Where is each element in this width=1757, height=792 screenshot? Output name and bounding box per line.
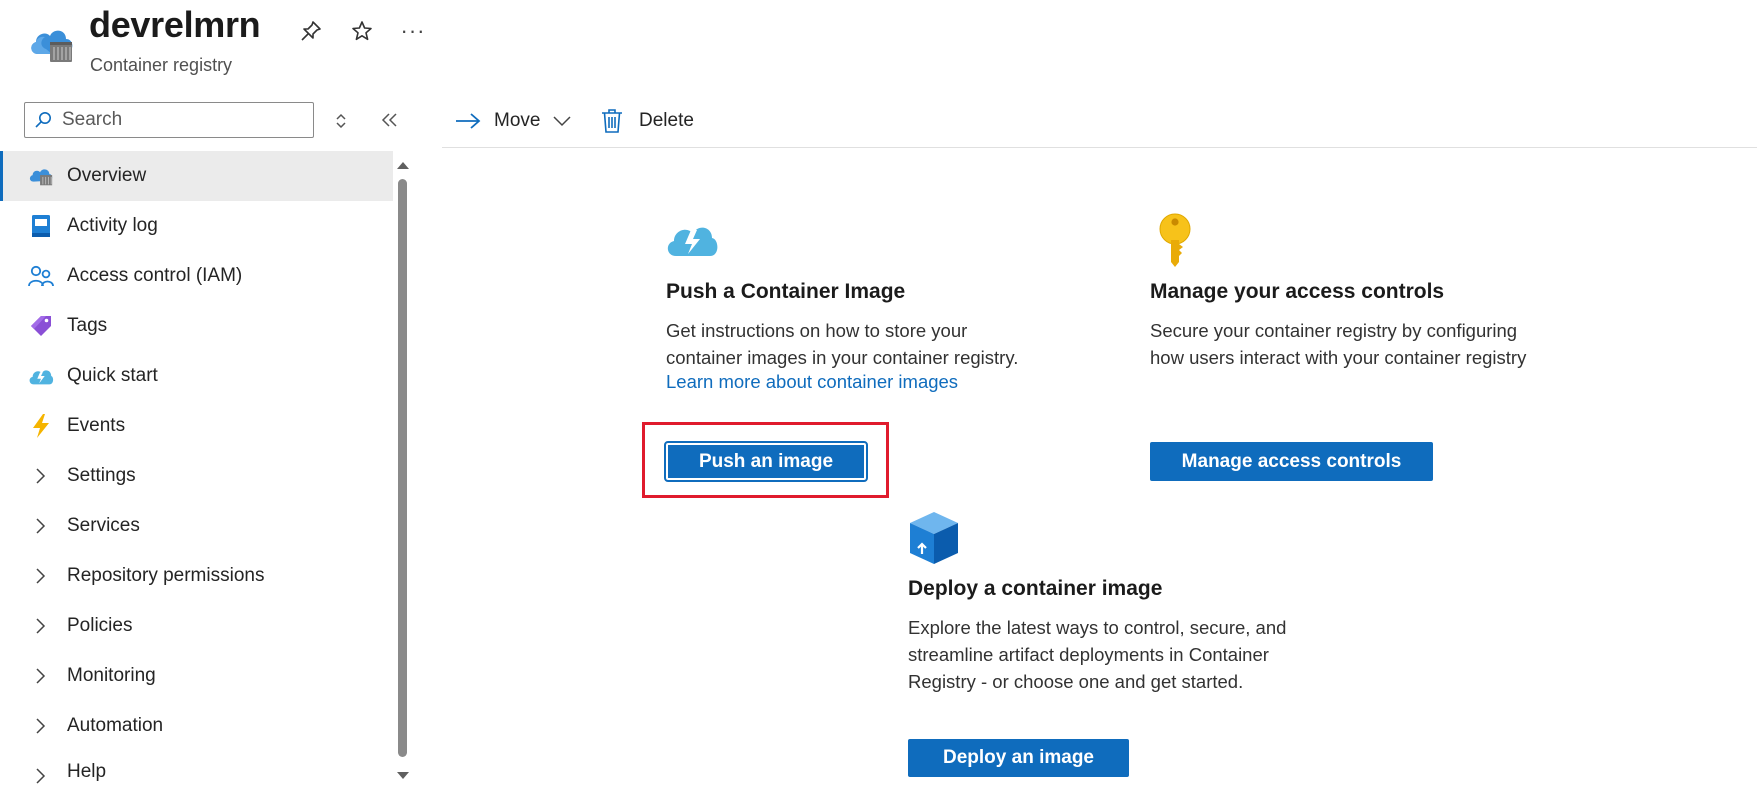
sidebar-item-label: Access control (IAM): [67, 265, 243, 286]
sidebar-item-quick-start[interactable]: Quick start: [0, 351, 393, 401]
push-image-button[interactable]: Push an image: [664, 441, 868, 482]
sidebar-item-automation[interactable]: Automation: [0, 701, 393, 751]
sidebar-item-label: Settings: [67, 465, 136, 486]
description-line: Explore the latest ways to control, secu…: [908, 617, 1287, 638]
sidebar-item-settings[interactable]: Settings: [0, 451, 393, 501]
description-line: Get instructions on how to store your: [666, 320, 968, 341]
sidebar-item-policies[interactable]: Policies: [0, 601, 393, 651]
sidebar-item-label: Automation: [67, 715, 164, 736]
sidebar-item-services[interactable]: Services: [0, 501, 393, 551]
sidebar-item-label: Quick start: [67, 365, 158, 386]
arrow-right-icon: [456, 113, 481, 129]
delete-label: Delete: [639, 110, 694, 131]
favorite-button[interactable]: [345, 14, 379, 48]
trash-icon: [602, 109, 622, 133]
deploy-card-title: Deploy a container image: [908, 577, 1163, 600]
scroll-up-arrow-icon[interactable]: [397, 162, 409, 169]
people-icon: [28, 264, 54, 288]
cloud-lightning-icon: [664, 218, 720, 260]
page-title: devrelmrn: [89, 4, 261, 45]
collapse-sidebar-button[interactable]: [376, 106, 404, 134]
container-registry-icon: [28, 164, 54, 188]
deploy-box-icon: [908, 510, 960, 566]
double-chevron-left-icon: [381, 113, 397, 127]
deploy-image-button[interactable]: Deploy an image: [908, 739, 1129, 777]
sidebar-item-label: Policies: [67, 615, 133, 636]
pin-button[interactable]: [294, 14, 328, 48]
sidebar-item-repository-permissions[interactable]: Repository permissions: [0, 551, 393, 601]
sidebar-item-label: Services: [67, 515, 140, 536]
activity-log-icon: [28, 214, 54, 238]
learn-more-container-images-link[interactable]: Learn more about container images: [666, 371, 958, 393]
sidebar-item-activity-log[interactable]: Activity log: [0, 201, 393, 251]
manage-card-description: Secure your container registry by config…: [1150, 317, 1526, 371]
sidebar-item-help[interactable]: Help: [0, 751, 393, 792]
scrollbar-thumb[interactable]: [398, 179, 407, 757]
page-subtitle: Container registry: [90, 55, 233, 75]
push-card-title: Push a Container Image: [666, 280, 906, 303]
chevron-right-icon: [36, 518, 46, 534]
lightning-icon: [28, 414, 54, 438]
key-icon: [1154, 212, 1196, 270]
sort-updown-icon: [336, 113, 346, 129]
sort-button[interactable]: [330, 108, 352, 134]
chevron-right-icon: [36, 618, 46, 634]
container-registry-logo-icon: [28, 20, 76, 64]
command-bar-divider: [442, 147, 1757, 148]
search-box[interactable]: [24, 102, 314, 138]
deploy-card-description: Explore the latest ways to control, secu…: [908, 614, 1286, 695]
description-line: container images in your container regis…: [666, 347, 1019, 368]
search-icon: [35, 112, 51, 128]
chevron-down-icon: [553, 116, 571, 127]
sidebar-item-overview[interactable]: Overview: [0, 151, 393, 201]
chevron-right-icon: [36, 668, 46, 684]
push-card-description: Get instructions on how to store your co…: [666, 317, 1018, 371]
star-icon: [352, 21, 372, 41]
delete-button[interactable]: Delete: [601, 104, 694, 138]
sidebar-item-events[interactable]: Events: [0, 401, 393, 451]
tag-icon: [28, 314, 54, 338]
sidebar-item-access-control[interactable]: Access control (IAM): [0, 251, 393, 301]
description-line: Secure your container registry by config…: [1150, 320, 1518, 341]
chevron-right-icon: [36, 468, 46, 484]
pin-icon: [301, 21, 321, 41]
manage-access-controls-button[interactable]: Manage access controls: [1150, 442, 1433, 481]
chevron-right-icon: [36, 768, 46, 784]
more-options-button[interactable]: ···: [396, 14, 430, 48]
sidebar-nav: Overview Activity log Access control (IA…: [0, 151, 393, 792]
description-line: Registry - or choose one and get started…: [908, 671, 1244, 692]
chevron-right-icon: [36, 718, 46, 734]
sidebar-item-label: Activity log: [67, 215, 158, 236]
ellipsis-icon: ···: [400, 18, 426, 43]
sidebar-scrollbar[interactable]: [393, 151, 412, 792]
scroll-down-arrow-icon[interactable]: [397, 772, 409, 779]
sidebar-item-monitoring[interactable]: Monitoring: [0, 651, 393, 701]
move-button[interactable]: Move: [454, 104, 572, 138]
sidebar-item-label: Monitoring: [67, 665, 156, 686]
description-line: streamline artifact deployments in Conta…: [908, 644, 1269, 665]
sidebar-item-label: Tags: [67, 315, 108, 336]
search-input[interactable]: [60, 108, 304, 132]
sidebar-item-label: Repository permissions: [67, 565, 265, 586]
sidebar-item-label: Events: [67, 415, 126, 436]
description-line: how users interact with your container r…: [1150, 347, 1527, 368]
manage-card-title: Manage your access controls: [1150, 280, 1445, 303]
cloud-lightning-icon: [28, 364, 54, 388]
chevron-right-icon: [36, 568, 46, 584]
sidebar-item-label: Help: [67, 760, 107, 782]
move-label: Move: [494, 110, 541, 131]
sidebar-item-label: Overview: [67, 165, 147, 186]
sidebar-item-tags[interactable]: Tags: [0, 301, 393, 351]
